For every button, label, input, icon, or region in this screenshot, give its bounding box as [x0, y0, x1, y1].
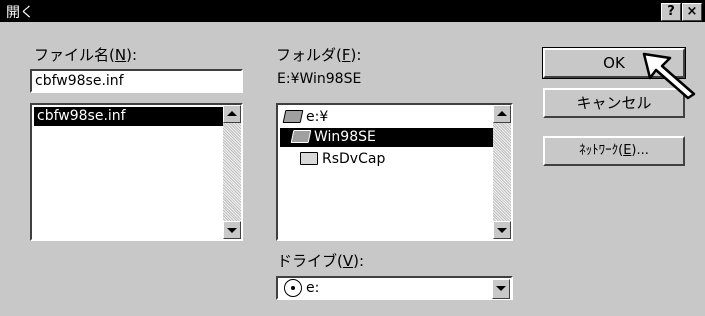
open-folder-icon: [282, 109, 304, 123]
title-bar: 開く ? ×: [0, 0, 705, 22]
file-list[interactable]: cbfw98se.inf: [30, 103, 243, 241]
chevron-up-icon: [497, 111, 507, 116]
drive-dropdown-button[interactable]: [492, 279, 510, 299]
drive-value-label: e:: [306, 280, 320, 296]
close-button[interactable]: ×: [682, 3, 702, 21]
file-list-scrollbar[interactable]: [223, 105, 241, 239]
help-button[interactable]: ?: [661, 3, 681, 21]
folder-tree-item[interactable]: e:¥: [282, 108, 329, 127]
scroll-up-button[interactable]: [493, 105, 511, 123]
network-button[interactable]: ﾈｯﾄﾜｰｸ(E)...: [543, 136, 685, 166]
window-title: 開く: [6, 5, 34, 21]
mouse-cursor-icon: [642, 52, 696, 100]
drive-select-value: e:: [284, 279, 319, 297]
scroll-down-button[interactable]: [493, 221, 511, 239]
folder-tree-item-selected[interactable]: Win98SE: [280, 128, 501, 147]
drive-select[interactable]: e:: [276, 276, 513, 300]
scroll-down-button[interactable]: [223, 221, 241, 239]
current-folder-path: E:¥Win98SE: [277, 71, 362, 87]
filename-input[interactable]: cbfw98se.inf: [30, 69, 243, 93]
drive-label: ドライブ(V):: [277, 252, 365, 270]
folder-label: フォルダ(F):: [276, 46, 362, 64]
chevron-down-icon: [227, 228, 237, 233]
folder-tree-item-label: RsDvCap: [322, 151, 386, 167]
folder-tree[interactable]: e:¥ Win98SE RsDvCap: [276, 103, 513, 241]
folder-tree-item-label: e:¥: [306, 109, 329, 125]
cd-drive-icon: [284, 279, 302, 297]
scroll-up-button[interactable]: [223, 105, 241, 123]
folder-tree-item-label: Win98SE: [314, 129, 376, 145]
chevron-down-icon: [496, 286, 506, 291]
folder-icon: [300, 151, 318, 165]
filename-label: ファイル名(N):: [34, 46, 137, 64]
chevron-up-icon: [227, 111, 237, 116]
chevron-down-icon: [497, 228, 507, 233]
filename-input-value: cbfw98se.inf: [35, 73, 124, 89]
file-list-item[interactable]: cbfw98se.inf: [34, 107, 226, 126]
open-folder-icon: [290, 129, 312, 143]
folder-tree-scrollbar[interactable]: [493, 105, 511, 239]
folder-tree-item[interactable]: RsDvCap: [300, 150, 385, 169]
